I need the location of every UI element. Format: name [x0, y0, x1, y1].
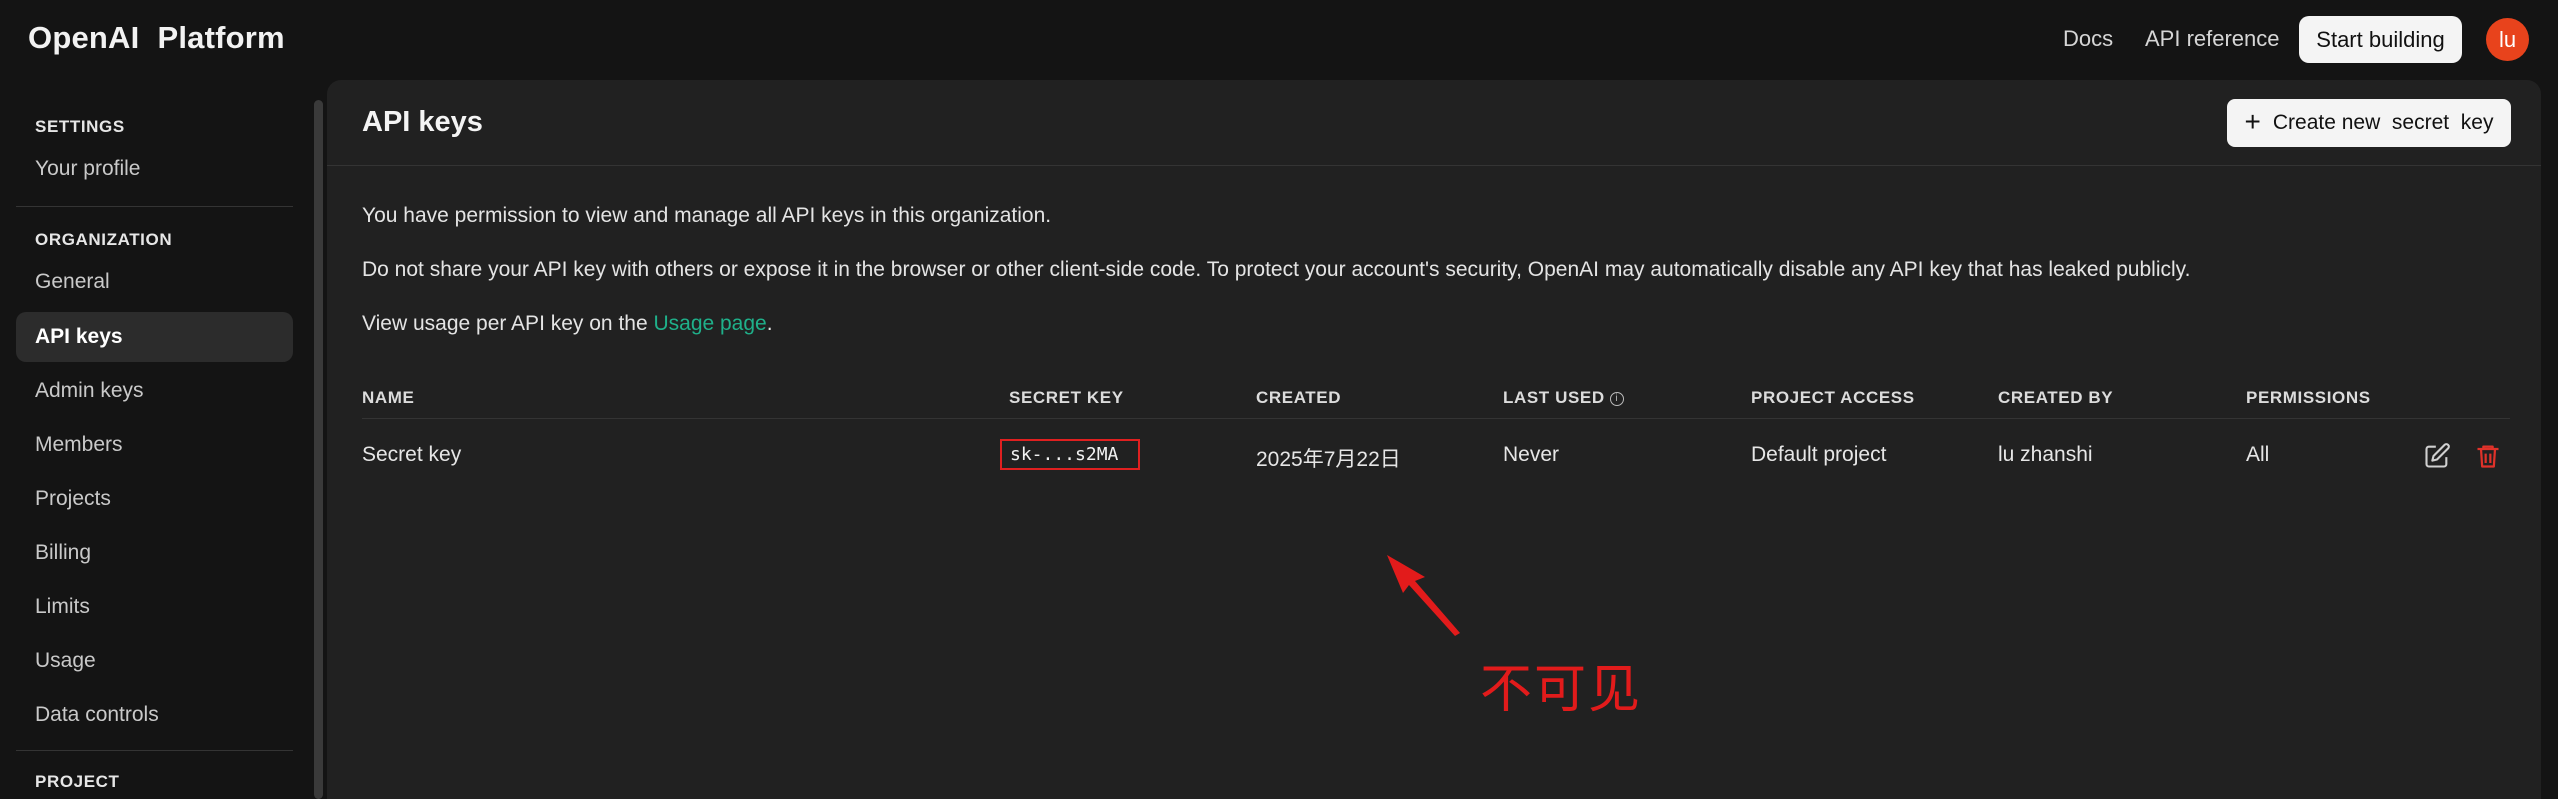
- top-bar: OpenAI Platform Docs API reference Start …: [0, 0, 2558, 80]
- plus-icon: +: [2244, 105, 2261, 137]
- docs-link[interactable]: Docs: [2063, 26, 2113, 52]
- column-header-last-used: LAST USED i: [1503, 388, 1624, 408]
- main-panel: API keys + Create new secret key You hav…: [327, 80, 2541, 799]
- column-header-created: CREATED: [1256, 388, 1342, 407]
- permissions-cell: All: [2246, 443, 2270, 466]
- header-divider: [327, 165, 2541, 166]
- sidebar-item-label: Billing: [35, 541, 92, 564]
- annotation-arrow: [1387, 555, 1460, 636]
- sidebar-item-usage[interactable]: Usage: [16, 636, 293, 686]
- sidebar-divider: [16, 206, 293, 207]
- sidebar-divider: [16, 750, 293, 751]
- brand-name: OpenAI: [28, 20, 140, 55]
- sidebar-item-general[interactable]: General: [16, 257, 293, 307]
- sidebar-item-label: Usage: [35, 649, 96, 672]
- annotation-text: 不可见: [1480, 660, 1643, 720]
- usage-page-link[interactable]: Usage page: [653, 312, 766, 335]
- brand-logo[interactable]: OpenAI Platform: [28, 20, 285, 56]
- sidebar-item-label: General: [35, 270, 110, 293]
- usage-text-suffix: .: [766, 312, 773, 335]
- sidebar-item-label: Projects: [35, 487, 111, 510]
- sidebar-section-project: PROJECT: [35, 772, 120, 791]
- sidebar-scrollbar[interactable]: [314, 100, 323, 799]
- delete-icon[interactable]: [2474, 442, 2502, 470]
- secret-key-cell: sk-...s2MA: [1000, 439, 1140, 470]
- create-secret-key-button[interactable]: + Create new secret key: [2227, 99, 2511, 147]
- column-header-project-access: PROJECT ACCESS: [1751, 388, 1915, 407]
- column-header-secret-key: SECRET KEY: [1009, 388, 1124, 407]
- permission-text: You have permission to view and manage a…: [362, 204, 1052, 227]
- sidebar-item-projects[interactable]: Projects: [16, 474, 293, 524]
- avatar[interactable]: lu: [2486, 18, 2529, 61]
- created-by-cell: lu zhanshi: [1998, 443, 2093, 466]
- page-title: API keys: [362, 106, 483, 138]
- api-reference-link[interactable]: API reference: [2145, 26, 2280, 52]
- column-header-permissions: PERMISSIONS: [2246, 388, 2371, 407]
- start-building-button[interactable]: Start building: [2299, 16, 2462, 63]
- sidebar-item-members[interactable]: Members: [16, 420, 293, 470]
- created-cell: 2025年7月22日: [1256, 448, 1401, 471]
- usage-text: View usage per API key on the Usage page…: [362, 312, 773, 336]
- brand-product: Platform: [157, 20, 285, 55]
- sidebar-section-settings: SETTINGS: [35, 117, 125, 136]
- usage-text-prefix: View usage per API key on the: [362, 312, 654, 335]
- edit-icon[interactable]: [2423, 442, 2451, 470]
- sidebar-item-label: Limits: [35, 595, 90, 618]
- sidebar-section-organization: ORGANIZATION: [35, 230, 173, 249]
- security-warning-text: Do not share your API key with others or…: [362, 258, 2191, 281]
- sidebar-item-billing[interactable]: Billing: [16, 528, 293, 578]
- sidebar-item-label: Members: [35, 433, 123, 456]
- sidebar-item-label: API keys: [35, 325, 123, 348]
- create-secret-key-label: Create new secret key: [2272, 111, 2494, 134]
- key-name-cell: Secret key: [362, 443, 462, 466]
- column-header-name: NAME: [362, 388, 415, 407]
- sidebar-item-label: Your profile: [35, 157, 141, 180]
- sidebar-item-api-keys[interactable]: API keys: [16, 312, 293, 362]
- column-header-last-used-label: LAST USED: [1503, 388, 1605, 407]
- sidebar-item-data-controls[interactable]: Data controls: [16, 690, 293, 740]
- sidebar-item-label: Admin keys: [35, 379, 144, 402]
- sidebar-item-admin-keys[interactable]: Admin keys: [16, 366, 293, 416]
- info-icon[interactable]: i: [1609, 392, 1624, 406]
- table-header-divider: [362, 418, 2510, 419]
- sidebar-item-label: Data controls: [35, 703, 159, 726]
- sidebar-item-your-profile[interactable]: Your profile: [16, 144, 293, 194]
- sidebar-item-limits[interactable]: Limits: [16, 582, 293, 632]
- sidebar: SETTINGS Your profile ORGANIZATION Gener…: [0, 80, 312, 799]
- column-header-created-by: CREATED BY: [1998, 388, 2114, 407]
- project-access-cell: Default project: [1751, 443, 1887, 466]
- last-used-cell: Never: [1503, 443, 1560, 466]
